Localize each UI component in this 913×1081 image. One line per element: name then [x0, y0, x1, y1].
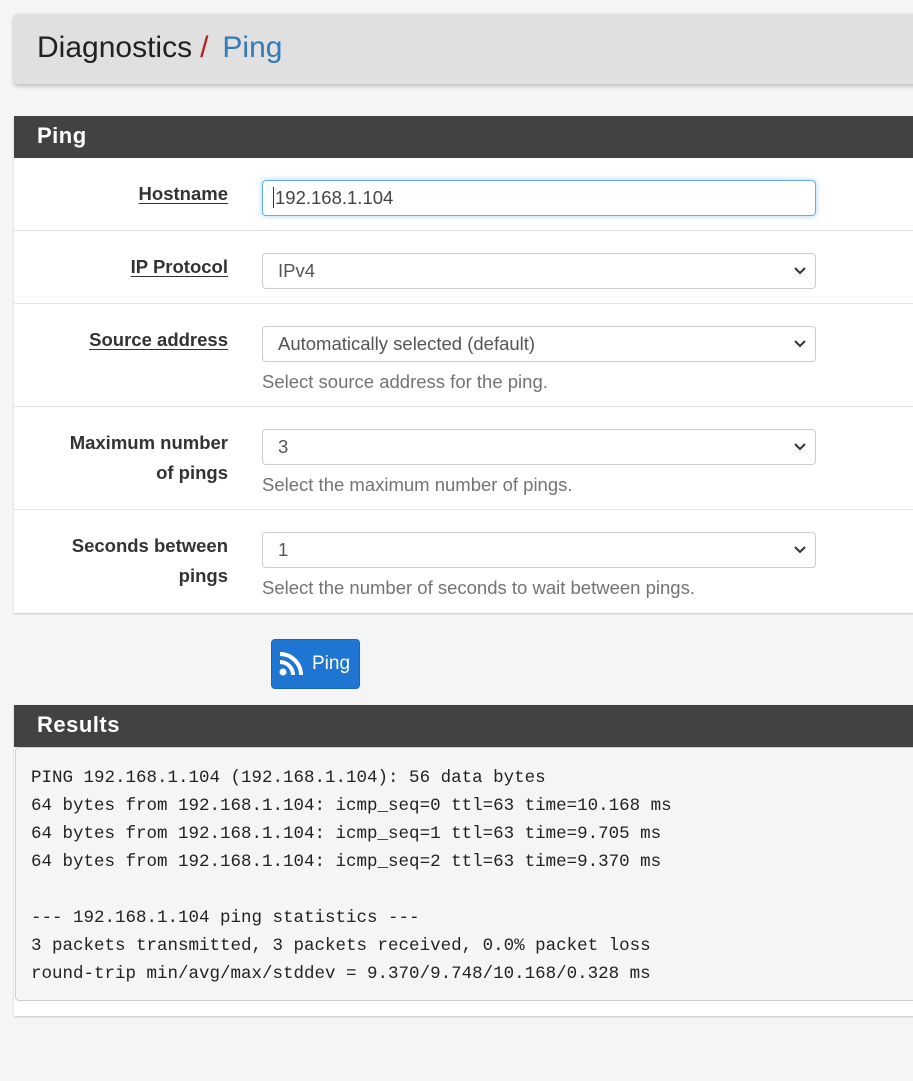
max-pings-row: Maximum number of pings 3 Select the maxi…	[14, 407, 913, 510]
hostname-row: Hostname 192.168.1.104	[14, 158, 913, 231]
seconds-between-label: Seconds between pings	[71, 535, 228, 586]
max-pings-help: Select the maximum number of pings.	[262, 474, 573, 495]
results-title: Results	[14, 705, 913, 747]
source-address-label: Source address	[89, 329, 228, 350]
ping-button-label: Ping	[312, 653, 351, 674]
ip-protocol-row: IP Protocol IPv4	[14, 231, 913, 304]
source-address-help: Select source address for the ping.	[262, 371, 548, 392]
results-output: PING 192.168.1.104 (192.168.1.104): 56 d…	[15, 747, 913, 1001]
source-address-row: Source address Automatically selected (d…	[14, 304, 913, 407]
panel-title: Ping	[14, 116, 913, 158]
breadcrumb: Diagnostics / Ping	[37, 31, 282, 65]
chevron-down-icon	[794, 340, 806, 348]
rss-icon	[279, 652, 303, 676]
chevron-down-icon	[794, 546, 806, 554]
hostname-input[interactable]: 192.168.1.104	[262, 180, 816, 216]
ping-button[interactable]: Ping	[271, 639, 360, 689]
chevron-down-icon	[794, 443, 806, 451]
seconds-between-row: Seconds between pings 1 Select the number…	[14, 510, 913, 613]
seconds-between-select[interactable]: 1	[262, 532, 816, 568]
results-panel: Results PING 192.168.1.104 (192.168.1.10…	[14, 705, 913, 1016]
breadcrumb-current[interactable]: Ping	[222, 31, 282, 64]
breadcrumb-separator: /	[200, 31, 209, 64]
max-pings-label: Maximum number of pings	[69, 432, 228, 483]
source-address-select[interactable]: Automatically selected (default)	[262, 326, 816, 362]
hostname-label: Hostname	[138, 183, 228, 204]
ip-protocol-select[interactable]: IPv4	[262, 253, 816, 289]
chevron-down-icon	[794, 267, 806, 275]
ip-protocol-label: IP Protocol	[130, 256, 228, 277]
page-header: Diagnostics / Ping	[14, 14, 913, 84]
breadcrumb-parent[interactable]: Diagnostics	[37, 31, 192, 64]
ping-form-panel: Ping Hostname 192.168.1.104 IP Protocol …	[14, 116, 913, 613]
seconds-between-help: Select the number of seconds to wait bet…	[262, 577, 695, 598]
max-pings-select[interactable]: 3	[262, 429, 816, 465]
